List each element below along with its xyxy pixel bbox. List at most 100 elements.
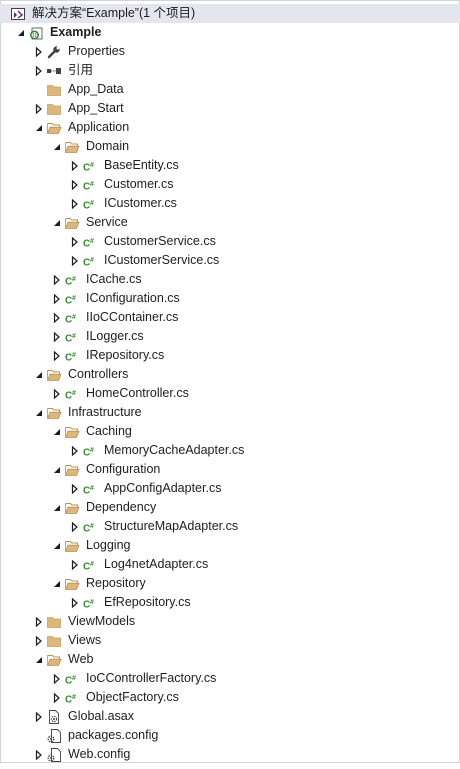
tree-item-app-data[interactable]: App_Data bbox=[0, 80, 460, 99]
solution-node[interactable]: 解决方案“Example”(1 个项目) bbox=[0, 4, 460, 23]
tree-item-label: HomeController.cs bbox=[86, 386, 189, 400]
tree-item-example[interactable]: Example bbox=[0, 23, 460, 42]
expand-arrow-icon[interactable] bbox=[70, 232, 80, 251]
tree-item-label: Infrastructure bbox=[68, 405, 142, 419]
tree-item-objectfactory-cs[interactable]: C # ObjectFactory.cs bbox=[0, 688, 460, 707]
tree-item-appconfigadapter-cs[interactable]: C # AppConfigAdapter.cs bbox=[0, 479, 460, 498]
tree-item-iconfiguration-cs[interactable]: C # IConfiguration.cs bbox=[0, 289, 460, 308]
collapse-arrow-icon[interactable] bbox=[52, 213, 62, 232]
expand-arrow-icon[interactable] bbox=[34, 99, 44, 118]
tree-item-label: App_Data bbox=[68, 82, 124, 96]
tree-item-label: Dependency bbox=[86, 500, 157, 514]
expand-arrow-icon[interactable] bbox=[52, 346, 62, 365]
csharp-file-icon: C # bbox=[64, 329, 80, 345]
tree-item-web[interactable]: Web bbox=[0, 650, 460, 669]
folder-open-icon bbox=[64, 424, 80, 440]
tree-item-controllers[interactable]: Controllers bbox=[0, 365, 460, 384]
csharp-file-icon: C # bbox=[64, 386, 80, 402]
collapse-arrow-icon[interactable] bbox=[52, 137, 62, 156]
csharp-file-icon: C # bbox=[64, 671, 80, 687]
expand-arrow-icon[interactable] bbox=[70, 156, 80, 175]
expand-arrow-icon[interactable] bbox=[52, 327, 62, 346]
tree-item-configuration[interactable]: Configuration bbox=[0, 460, 460, 479]
tree-item-item[interactable]: 引用 bbox=[0, 61, 460, 80]
collapse-arrow-icon[interactable] bbox=[52, 460, 62, 479]
tree-item-structuremapadapter-cs[interactable]: C # StructureMapAdapter.cs bbox=[0, 517, 460, 536]
expand-arrow-icon[interactable] bbox=[34, 42, 44, 61]
tree-item-repository[interactable]: Repository bbox=[0, 574, 460, 593]
expand-arrow-icon[interactable] bbox=[70, 593, 80, 612]
tree-item-views[interactable]: Views bbox=[0, 631, 460, 650]
expand-arrow-icon[interactable] bbox=[34, 61, 44, 80]
tree-item-label: Properties bbox=[68, 44, 125, 58]
tree-item-customer-cs[interactable]: C # Customer.cs bbox=[0, 175, 460, 194]
collapse-arrow-icon[interactable] bbox=[52, 422, 62, 441]
expand-arrow-icon[interactable] bbox=[70, 441, 80, 460]
references-icon bbox=[46, 63, 62, 79]
tree-item-icache-cs[interactable]: C # ICache.cs bbox=[0, 270, 460, 289]
expand-arrow-icon[interactable] bbox=[70, 479, 80, 498]
tree-item-web-config[interactable]: Web.config bbox=[0, 745, 460, 764]
tree-item-packages-config[interactable]: packages.config bbox=[0, 726, 460, 745]
tree-item-dependency[interactable]: Dependency bbox=[0, 498, 460, 517]
expand-arrow-icon[interactable] bbox=[70, 555, 80, 574]
tree-item-infrastructure[interactable]: Infrastructure bbox=[0, 403, 460, 422]
tree-item-app-start[interactable]: App_Start bbox=[0, 99, 460, 118]
tree-item-ilogger-cs[interactable]: C # ILogger.cs bbox=[0, 327, 460, 346]
expand-arrow-icon[interactable] bbox=[52, 688, 62, 707]
expand-arrow-icon[interactable] bbox=[52, 270, 62, 289]
tree-item-properties[interactable]: Properties bbox=[0, 42, 460, 61]
tree-item-application[interactable]: Application bbox=[0, 118, 460, 137]
collapse-arrow-icon[interactable] bbox=[34, 650, 44, 669]
tree-item-efrepository-cs[interactable]: C # EfRepository.cs bbox=[0, 593, 460, 612]
csharp-file-icon: C # bbox=[64, 690, 80, 706]
expand-arrow-icon[interactable] bbox=[34, 745, 44, 764]
svg-text:#: # bbox=[90, 447, 94, 454]
tree-item-icustomer-cs[interactable]: C # ICustomer.cs bbox=[0, 194, 460, 213]
collapse-arrow-icon[interactable] bbox=[52, 574, 62, 593]
expand-arrow-icon[interactable] bbox=[70, 517, 80, 536]
collapse-arrow-icon[interactable] bbox=[34, 365, 44, 384]
tree-item-service[interactable]: Service bbox=[0, 213, 460, 232]
csharp-file-icon: C # bbox=[82, 481, 98, 497]
folder-open-icon bbox=[64, 576, 80, 592]
tree-item-label: IConfiguration.cs bbox=[86, 291, 180, 305]
tree-item-label: IRepository.cs bbox=[86, 348, 165, 362]
tree-item-label: Web.config bbox=[68, 747, 131, 761]
tree-item-memorycacheadapter-cs[interactable]: C # MemoryCacheAdapter.cs bbox=[0, 441, 460, 460]
expand-arrow-icon[interactable] bbox=[52, 669, 62, 688]
config-file-icon bbox=[46, 747, 62, 763]
tree-item-viewmodels[interactable]: ViewModels bbox=[0, 612, 460, 631]
tree-item-caching[interactable]: Caching bbox=[0, 422, 460, 441]
expand-arrow-icon[interactable] bbox=[34, 707, 44, 726]
tree-item-baseentity-cs[interactable]: C # BaseEntity.cs bbox=[0, 156, 460, 175]
csharp-file-icon: C # bbox=[82, 519, 98, 535]
collapse-arrow-icon[interactable] bbox=[34, 403, 44, 422]
collapse-arrow-icon[interactable] bbox=[34, 118, 44, 137]
expand-arrow-icon[interactable] bbox=[52, 384, 62, 403]
expand-arrow-icon[interactable] bbox=[34, 612, 44, 631]
csharp-file-icon: C # bbox=[82, 177, 98, 193]
tree-item-label: 解决方案“Example”(1 个项目) bbox=[32, 6, 196, 20]
expand-arrow-icon[interactable] bbox=[52, 289, 62, 308]
tree-item-logging[interactable]: Logging bbox=[0, 536, 460, 555]
expand-arrow-icon[interactable] bbox=[70, 175, 80, 194]
tree-item-label: Caching bbox=[86, 424, 132, 438]
expand-arrow-icon[interactable] bbox=[70, 194, 80, 213]
tree-item-global-asax[interactable]: Global.asax bbox=[0, 707, 460, 726]
tree-item-icustomerservice-cs[interactable]: C # ICustomerService.cs bbox=[0, 251, 460, 270]
collapse-arrow-icon[interactable] bbox=[16, 23, 26, 42]
tree-item-irepository-cs[interactable]: C # IRepository.cs bbox=[0, 346, 460, 365]
csharp-file-icon: C # bbox=[82, 253, 98, 269]
tree-item-iioccontainer-cs[interactable]: C # IIoCContainer.cs bbox=[0, 308, 460, 327]
expand-arrow-icon[interactable] bbox=[52, 308, 62, 327]
tree-item-ioccontrollerfactory-cs[interactable]: C # IoCControllerFactory.cs bbox=[0, 669, 460, 688]
collapse-arrow-icon[interactable] bbox=[52, 498, 62, 517]
collapse-arrow-icon[interactable] bbox=[52, 536, 62, 555]
tree-item-log4netadapter-cs[interactable]: C # Log4netAdapter.cs bbox=[0, 555, 460, 574]
expand-arrow-icon[interactable] bbox=[34, 631, 44, 650]
tree-item-customerservice-cs[interactable]: C # CustomerService.cs bbox=[0, 232, 460, 251]
tree-item-domain[interactable]: Domain bbox=[0, 137, 460, 156]
tree-item-homecontroller-cs[interactable]: C # HomeController.cs bbox=[0, 384, 460, 403]
expand-arrow-icon[interactable] bbox=[70, 251, 80, 270]
